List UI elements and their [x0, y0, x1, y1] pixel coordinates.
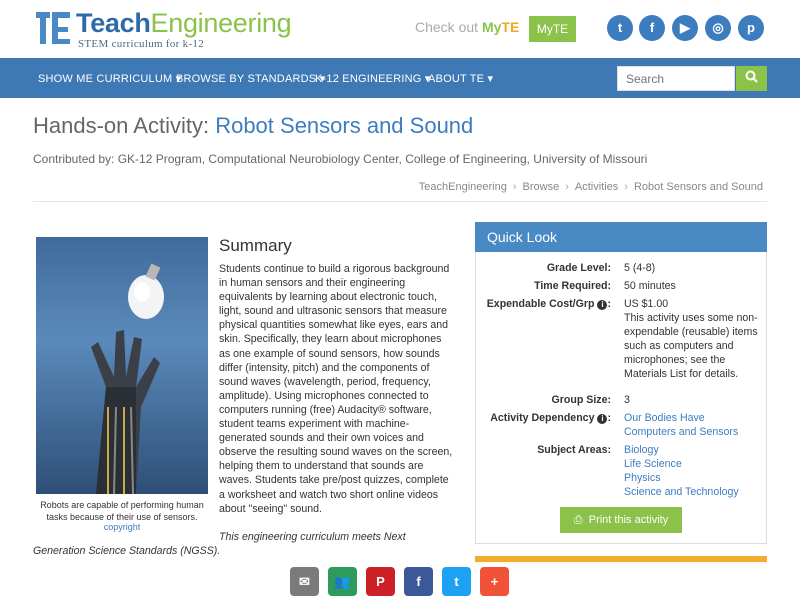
twitter-icon[interactable]: t [607, 15, 633, 41]
subject-link[interactable]: Physics [624, 471, 764, 485]
pinterest-share-icon[interactable]: P [366, 567, 395, 596]
print-activity-button[interactable]: ⎙ Print this activity [560, 507, 682, 533]
share-bar [0, 562, 800, 600]
breadcrumb-item: Robot Sensors and Sound [633, 181, 763, 193]
myte-button[interactable]: MyTE [529, 16, 576, 42]
email-share-icon[interactable]: ✉ [290, 567, 319, 596]
breadcrumb-item[interactable]: TeachEngineering [419, 181, 507, 193]
info-icon[interactable]: i [597, 300, 608, 310]
search-input[interactable] [617, 66, 735, 91]
dependency-link[interactable]: Our Bodies Have [624, 411, 764, 425]
subject-link[interactable]: Biology [624, 443, 764, 457]
twitter-share-icon[interactable]: t [442, 567, 471, 596]
instagram-icon[interactable]: ◎ [705, 15, 731, 41]
site-header: TeachEngineering STEM curriculum for k-1… [0, 0, 800, 58]
search-icon [745, 70, 758, 83]
search-button[interactable] [736, 66, 767, 91]
youtube-icon[interactable]: ▶ [672, 15, 698, 41]
checkout-myte-text: Check out MyTE [415, 19, 520, 35]
chevron-down-icon: ▾ [487, 73, 494, 85]
divider [33, 201, 767, 202]
contributed-by: Contributed by: GK-12 Program, Computati… [33, 152, 648, 166]
summary-text: Students continue to build a rigorous ba… [219, 263, 453, 515]
logo-subtitle: STEM curriculum for k-12 [78, 38, 205, 50]
nav-show-me-curriculum[interactable]: SHOW ME CURRICULUM ▾ [38, 72, 181, 85]
subject-link[interactable]: Life Science [624, 457, 764, 471]
nav-k12-engineering[interactable]: K-12 ENGINEERING ▾ [315, 72, 431, 85]
main-nav: SHOW ME CURRICULUM ▾ BROWSE BY STANDARDS… [0, 58, 800, 98]
pinterest-icon[interactable]: p [738, 15, 764, 41]
breadcrumb: TeachEngineering › Browse › Activities › Robot… [418, 181, 763, 193]
facebook-icon[interactable]: f [639, 15, 665, 41]
breadcrumb-item[interactable]: Browse [523, 181, 560, 193]
subject-link[interactable]: Science and Technology [624, 485, 764, 499]
info-icon[interactable]: i [597, 414, 608, 424]
logo-title: TeachEngineering [76, 8, 292, 38]
dependency-link[interactable]: Computers and Sensors [624, 425, 764, 439]
image-caption: Robots are capable of performing human t… [40, 500, 204, 522]
site-logo[interactable]: TeachEngineering STEM curriculum for k-1… [36, 8, 292, 50]
logo-mark-icon [36, 10, 72, 46]
nav-browse-by-standards[interactable]: BROWSE BY STANDARDS ▾ [176, 72, 325, 85]
ngss-note: This engineering curriculum meets Next G… [33, 531, 406, 557]
summary-heading: Summary [219, 236, 292, 255]
more-share-icon[interactable]: + [480, 567, 509, 596]
nav-about-te[interactable]: ABOUT TE ▾ [428, 72, 493, 85]
printer-icon: ⎙ [573, 514, 583, 526]
quick-look-heading: Quick Look [475, 222, 767, 252]
page-title: Hands-on Activity: Robot Sensors and Sou… [33, 113, 474, 138]
breadcrumb-item[interactable]: Activities [575, 181, 618, 193]
classroom-share-icon[interactable]: 👥 [328, 567, 357, 596]
facebook-share-icon[interactable]: f [404, 567, 433, 596]
robot-hand-image [36, 237, 208, 494]
